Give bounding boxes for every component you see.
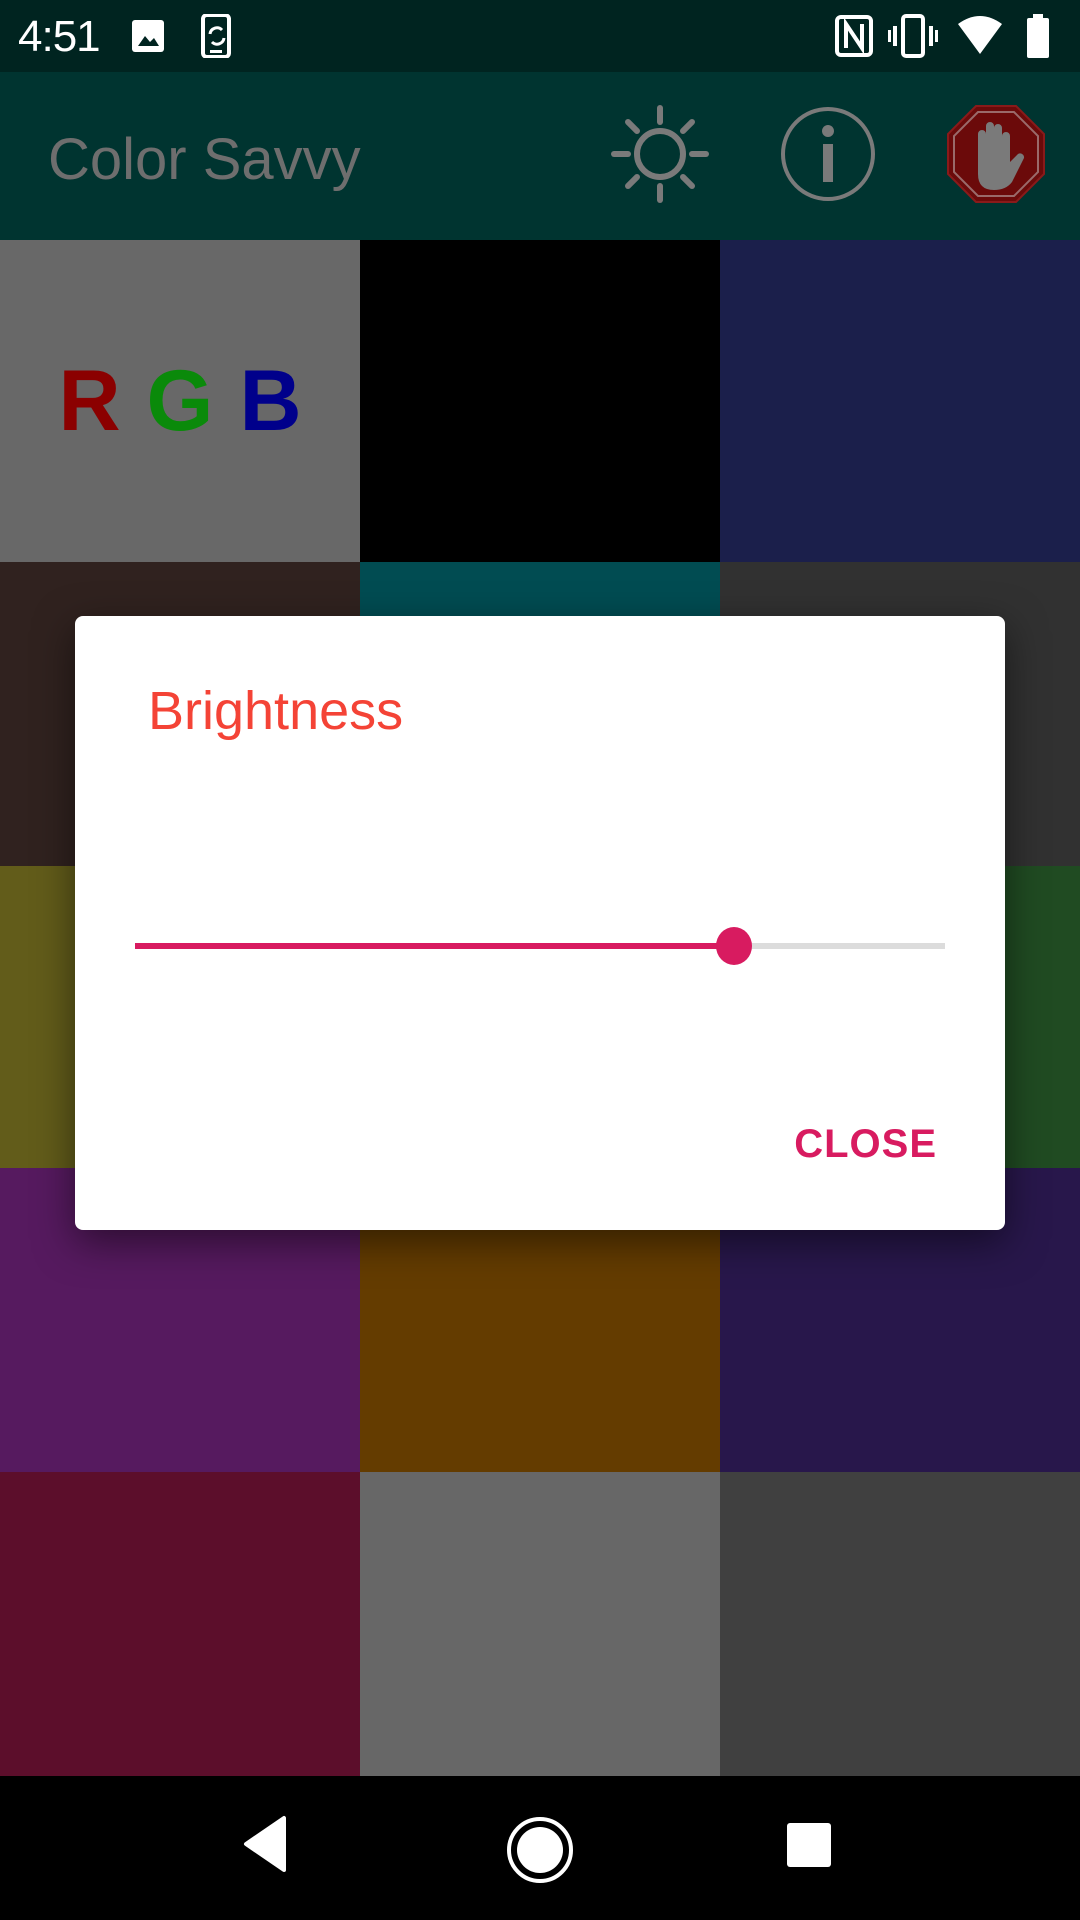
slider-fill <box>135 943 735 949</box>
home-icon[interactable] <box>506 1816 574 1884</box>
color-tile[interactable] <box>0 1472 360 1776</box>
image-icon <box>132 20 164 52</box>
nfc-icon <box>835 15 873 57</box>
brightness-slider[interactable] <box>135 926 945 966</box>
back-icon[interactable] <box>240 1814 290 1874</box>
app-title: Color Savvy <box>48 127 361 192</box>
color-tile[interactable] <box>720 240 1080 562</box>
brightness-icon[interactable] <box>610 104 710 204</box>
rgb-letter-r: R <box>58 352 121 449</box>
vibrate-icon <box>888 14 938 58</box>
wifi-icon <box>958 16 1002 54</box>
brightness-dialog: Brightness CLOSE <box>75 616 1005 1230</box>
status-bar: 4:51 <box>0 0 1080 72</box>
rgb-letter-g: G <box>146 352 214 449</box>
color-tile[interactable] <box>360 1472 720 1776</box>
screen-rotation-icon <box>201 14 231 58</box>
rgb-letter-b: B <box>239 352 302 449</box>
slider-thumb[interactable] <box>716 927 753 965</box>
recents-icon[interactable] <box>786 1822 832 1868</box>
info-icon[interactable] <box>778 104 878 204</box>
navigation-bar <box>0 1776 1080 1920</box>
battery-icon <box>1027 14 1049 58</box>
status-time: 4:51 <box>18 12 101 61</box>
app-bar: Color Savvy <box>0 72 1080 240</box>
dialog-title: Brightness <box>148 681 404 741</box>
color-tile[interactable] <box>720 1472 1080 1776</box>
stop-hand-icon[interactable] <box>946 104 1046 204</box>
rgb-tile[interactable]: R G B <box>0 240 360 562</box>
close-button[interactable]: CLOSE <box>786 1114 945 1175</box>
color-tile[interactable] <box>360 240 720 562</box>
